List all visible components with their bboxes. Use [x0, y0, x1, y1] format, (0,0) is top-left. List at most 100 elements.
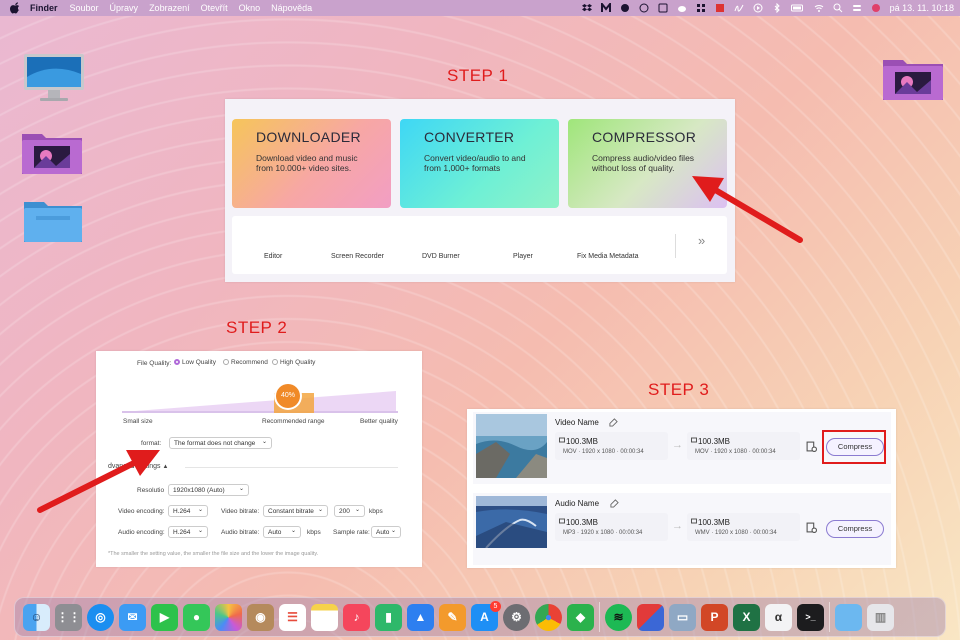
trash-icon[interactable]: ▥	[867, 603, 894, 631]
app-menu-finder[interactable]: Finder	[30, 3, 58, 13]
grid-icon[interactable]	[696, 3, 706, 13]
menu-zobrazeni[interactable]: Zobrazení	[149, 3, 190, 13]
shield-icon[interactable]	[658, 3, 668, 13]
converter-card[interactable]: CONVERTER Convert video/audio to and fro…	[400, 119, 559, 208]
powerpoint-icon[interactable]: P	[701, 603, 728, 631]
migration-icon[interactable]: ▭	[669, 603, 696, 631]
compress-button-video[interactable]: Compress	[826, 438, 884, 456]
radio-high[interactable]	[272, 359, 278, 366]
dropbox-icon[interactable]	[581, 3, 592, 13]
feedly-icon[interactable]: ◆	[567, 603, 594, 631]
circle-icon[interactable]	[620, 3, 630, 13]
pages-icon[interactable]: ✎	[439, 603, 466, 631]
menubar-clock[interactable]: pá 13. 11. 10:18	[890, 3, 954, 13]
settings-file-icon[interactable]	[806, 441, 817, 452]
menu-napoveda[interactable]: Nápověda	[271, 3, 312, 13]
video-output-meta: MOV · 1920 x 1080 · 00:00:34	[695, 449, 776, 455]
spotify-icon[interactable]: ≋	[605, 603, 632, 631]
audio-bitrate-select[interactable]: Auto ⌄	[263, 526, 301, 538]
control-center-icon[interactable]	[852, 3, 862, 13]
play-icon[interactable]	[753, 3, 763, 13]
tool-player[interactable]: Player	[513, 253, 533, 260]
stepper-icon: ⌄	[354, 507, 360, 513]
sample-rate-select[interactable]: Auto ⌄	[371, 526, 401, 538]
resolution-select[interactable]: 1920x1080 (Auto) ⌄	[168, 484, 249, 496]
wifi-icon[interactable]	[814, 3, 824, 13]
menu-okno[interactable]: Okno	[239, 3, 261, 13]
safari-icon[interactable]: ◎	[87, 603, 114, 631]
contacts-icon[interactable]: ◉	[247, 603, 274, 631]
audio-thumbnail[interactable]	[476, 496, 547, 548]
folder-photos-right-icon[interactable]	[881, 52, 945, 104]
step2-label: STEP 2	[226, 318, 288, 337]
folder-icon[interactable]	[22, 196, 84, 246]
tool-dvd-burner[interactable]: DVD Burner	[422, 253, 460, 260]
cloud-icon[interactable]	[677, 3, 687, 13]
numbers-icon[interactable]: ▮	[375, 603, 402, 631]
quality-slider[interactable]	[122, 381, 398, 415]
video-thumbnail[interactable]	[476, 414, 547, 478]
keynote-icon[interactable]: ▲	[407, 603, 434, 631]
audio-output-size: 100.3MB	[698, 518, 731, 527]
converter-title: CONVERTER	[424, 129, 515, 145]
video-bitrate-input[interactable]: 200 ⌄	[334, 505, 365, 517]
battery-icon[interactable]	[790, 3, 805, 13]
photos-icon[interactable]	[215, 603, 242, 631]
excel-icon[interactable]: X	[733, 603, 760, 631]
bluetooth-icon[interactable]	[772, 3, 782, 13]
video-encoding-select[interactable]: H.264 ⌄	[168, 505, 208, 517]
menu-upravy[interactable]: Úpravy	[110, 3, 139, 13]
signature-icon[interactable]	[734, 3, 744, 13]
tool-screen-recorder[interactable]: Screen Recorder	[331, 253, 384, 260]
downloads-folder-icon[interactable]	[835, 603, 862, 631]
tools-divider	[675, 234, 676, 258]
avatar-icon[interactable]	[871, 3, 881, 13]
folder-photos-icon[interactable]	[20, 126, 84, 178]
flag-icon[interactable]	[715, 3, 725, 13]
settings-file-icon[interactable]	[806, 522, 817, 533]
app-store-icon[interactable]: A 5	[471, 600, 501, 631]
quality-recommend-option[interactable]: Recommend	[223, 359, 268, 366]
tool-fix-media-metadata[interactable]: Fix Media Metadata	[577, 253, 638, 260]
compress-button-audio[interactable]: Compress	[826, 520, 884, 538]
reminders-icon[interactable]: ☰	[279, 603, 306, 631]
facetime-icon[interactable]: ▶	[151, 603, 178, 631]
format-select[interactable]: The format does not change ⌄	[169, 437, 272, 449]
quality-low-option[interactable]: Low Quality	[174, 359, 216, 366]
notes-icon[interactable]	[311, 603, 338, 631]
menu-soubor[interactable]: Soubor	[70, 3, 99, 13]
slider-thumb[interactable]: 40%	[276, 384, 300, 408]
search-icon[interactable]	[833, 3, 843, 13]
m-icon[interactable]	[600, 3, 611, 13]
folder-small-icon	[691, 437, 697, 443]
menu-bar: Finder Soubor Úpravy Zobrazení Otevřít O…	[0, 0, 960, 16]
terminal-icon[interactable]: >_	[797, 603, 824, 631]
audio-output-info: 100.3MB WMV · 1920 x 1080 · 00:00:34	[687, 513, 800, 541]
radio-recommend[interactable]	[223, 359, 229, 366]
audio-encoding-select[interactable]: H.264 ⌄	[168, 526, 208, 538]
signature-app-icon[interactable]: α	[765, 603, 792, 631]
imac-icon[interactable]	[22, 52, 86, 104]
video-bitrate-select[interactable]: Constant bitrate ⌄	[263, 505, 328, 517]
menu-otevrit[interactable]: Otevřít	[201, 3, 228, 13]
d-icon[interactable]	[639, 3, 649, 13]
system-preferences-icon[interactable]: ⚙	[503, 603, 530, 631]
edit-name-icon[interactable]	[609, 418, 618, 427]
audio-bitrate-unit: kbps	[307, 529, 321, 536]
launchpad-icon[interactable]: ⋮⋮	[55, 603, 82, 631]
music-icon[interactable]: ♪	[343, 603, 370, 631]
edit-name-icon[interactable]	[610, 499, 619, 508]
video-name: Video Name	[555, 418, 599, 427]
tool-editor[interactable]: Editor	[264, 253, 282, 260]
video-output-size: 100.3MB	[698, 437, 731, 446]
finder-icon[interactable]: ☺	[23, 603, 50, 631]
status-area: pá 13. 11. 10:18	[581, 0, 954, 16]
radio-low[interactable]	[174, 359, 180, 366]
apple-menu-icon[interactable]	[8, 2, 22, 14]
chrome-icon[interactable]: ●	[535, 603, 562, 631]
quality-high-option[interactable]: High Quality	[272, 359, 315, 366]
parallels-icon[interactable]	[637, 603, 664, 631]
mail-icon[interactable]: ✉	[119, 603, 146, 631]
messages-icon[interactable]: ●	[183, 603, 210, 631]
downloader-card[interactable]: DOWNLOADER Download video and music from…	[232, 119, 391, 208]
